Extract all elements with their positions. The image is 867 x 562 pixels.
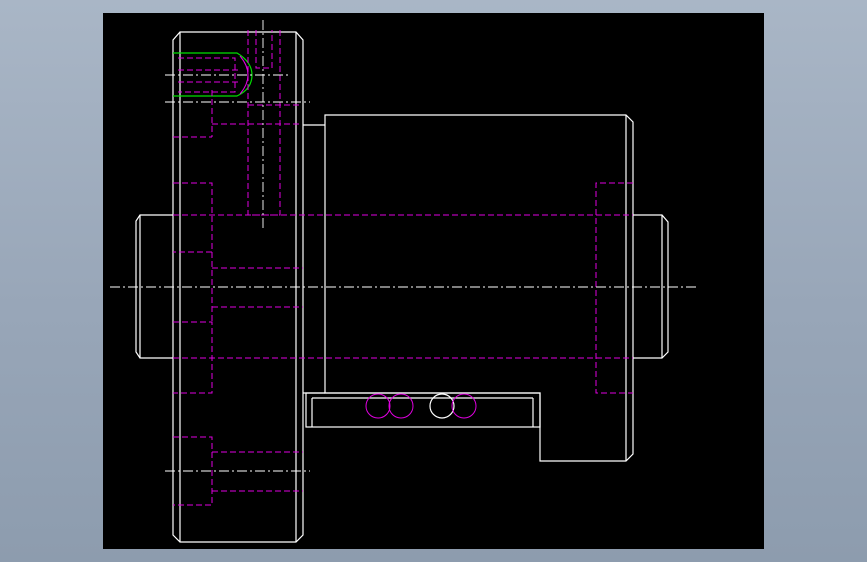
cad-drawing	[110, 20, 698, 543]
housing	[324, 114, 634, 462]
top-bore-inner	[255, 30, 273, 69]
mid-pocket-top	[173, 182, 213, 253]
top-bore	[247, 30, 281, 216]
ball-return-tube	[305, 392, 541, 428]
center-lines	[110, 20, 698, 472]
cap-screw-outline	[173, 52, 253, 97]
left-boss-outline	[135, 214, 173, 359]
right-boss-outline	[633, 214, 669, 359]
cap-screw	[173, 52, 253, 97]
through-bore-hidden	[173, 182, 633, 394]
right-boss	[633, 214, 669, 359]
flange-holes-hidden	[173, 30, 303, 506]
left-boss	[135, 214, 173, 359]
cad-viewport[interactable]	[103, 13, 764, 549]
housing-outline	[324, 114, 634, 462]
